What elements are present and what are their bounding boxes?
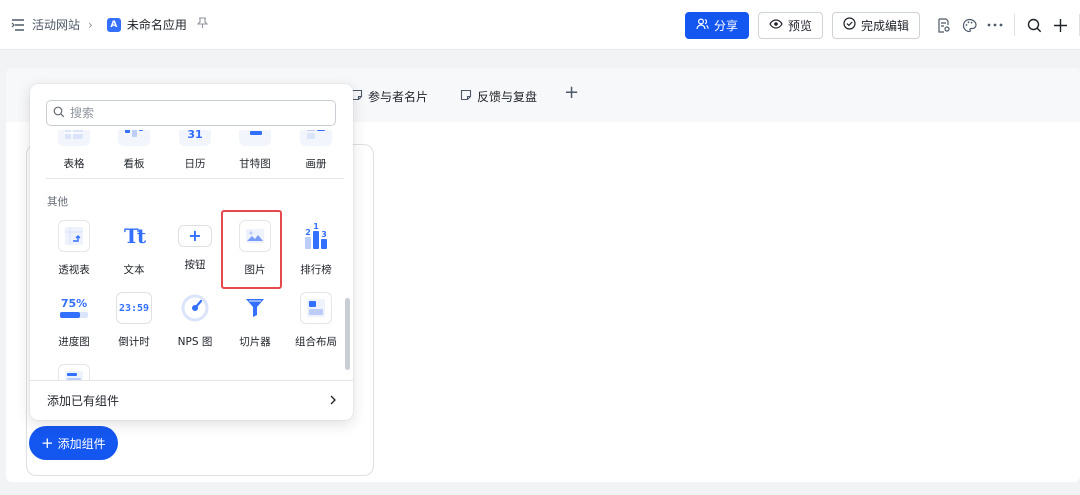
component-label: 倒计时 xyxy=(118,336,150,348)
check-circle-icon xyxy=(843,17,856,33)
breadcrumb-site[interactable]: 活动网站 xyxy=(32,16,80,33)
search-icon xyxy=(53,106,65,121)
pin-icon[interactable] xyxy=(196,17,209,32)
component-item-progress[interactable]: 75% 进度图 xyxy=(44,292,104,349)
button-plus-icon: + xyxy=(178,225,212,247)
preview-button[interactable]: 预览 xyxy=(757,11,823,39)
tab-feedback-review[interactable]: 反馈与复盘 xyxy=(460,88,537,105)
list-layout-icon xyxy=(58,364,90,380)
nps-gauge-icon xyxy=(179,292,211,324)
component-label: NPS 图 xyxy=(177,336,213,348)
countdown-icon: 23:59 xyxy=(116,292,152,324)
component-label: 看板 xyxy=(123,158,145,170)
share-users-icon xyxy=(696,17,709,33)
section-title-other: 其他 xyxy=(47,196,68,208)
breadcrumb: 活动网站 › A 未命名应用 xyxy=(0,16,209,33)
chevron-right-icon: › xyxy=(88,17,93,32)
outline-toggle-icon[interactable] xyxy=(10,17,26,33)
component-list: 表格 看板 31 日历 甘特图 画册 其他 透视表 Tt 文本 + 按钮 图片 … xyxy=(30,130,353,380)
add-icon[interactable] xyxy=(1047,12,1073,38)
component-item-combo-layout[interactable]: 组合布局 xyxy=(286,292,346,349)
page-icon xyxy=(460,89,472,104)
search-icon[interactable] xyxy=(1021,12,1047,38)
theme-palette-icon[interactable] xyxy=(956,12,982,38)
component-item-leaderboard[interactable]: 12 3 排行榜 xyxy=(286,220,346,277)
eye-icon xyxy=(769,18,783,32)
add-tab-icon[interactable]: + xyxy=(564,84,579,102)
svg-text:2: 2 xyxy=(305,228,311,237)
chevron-right-icon xyxy=(329,394,337,408)
add-existing-component-label: 添加已有组件 xyxy=(47,394,120,408)
svg-text:3: 3 xyxy=(321,230,327,239)
svg-text:1: 1 xyxy=(313,222,319,231)
popover-scrollbar[interactable] xyxy=(345,298,350,370)
document-settings-icon[interactable] xyxy=(930,12,956,38)
more-icon[interactable] xyxy=(982,12,1008,38)
section-divider xyxy=(46,178,344,179)
component-label: 透视表 xyxy=(58,264,90,276)
calendar-icon: 31 xyxy=(179,130,211,146)
component-label: 进度图 xyxy=(58,336,90,348)
component-label: 切片器 xyxy=(239,336,271,348)
component-label: 文本 xyxy=(123,264,145,276)
component-item-slicer[interactable]: 切片器 xyxy=(225,292,285,349)
share-button[interactable]: 分享 xyxy=(684,11,749,39)
component-item-button[interactable]: + 按钮 xyxy=(165,220,225,272)
top-bar: 活动网站 › A 未命名应用 分享 预览 完成编辑 xyxy=(0,0,1080,50)
component-item-table[interactable]: 表格 xyxy=(44,130,104,171)
plus-icon: + xyxy=(41,433,54,452)
combo-layout-icon xyxy=(300,292,332,324)
search-box[interactable] xyxy=(46,100,336,126)
tab-participant-cards[interactable]: 参与者名片 xyxy=(351,88,428,105)
finish-editing-button[interactable]: 完成编辑 xyxy=(831,11,920,39)
table-icon xyxy=(58,130,90,146)
component-label: 表格 xyxy=(63,158,85,170)
add-existing-component-row[interactable]: 添加已有组件 xyxy=(30,380,353,420)
component-item-gantt[interactable]: 甘特图 xyxy=(225,130,285,171)
component-label: 按钮 xyxy=(184,259,206,271)
toolbar-divider xyxy=(1014,14,1015,36)
image-highlight-box xyxy=(221,210,282,289)
app-name[interactable]: 未命名应用 xyxy=(127,16,187,33)
component-item-partial[interactable] xyxy=(44,364,104,380)
component-item-text[interactable]: Tt 文本 xyxy=(104,220,164,277)
component-label: 甘特图 xyxy=(239,158,271,170)
finish-editing-label: 完成编辑 xyxy=(860,18,909,33)
pivot-table-icon xyxy=(58,220,90,252)
app-badge-icon: A xyxy=(106,17,121,32)
add-component-button[interactable]: + 添加组件 xyxy=(29,426,118,460)
component-label: 组合布局 xyxy=(295,336,337,348)
component-picker-popover: 表格 看板 31 日历 甘特图 画册 其他 xyxy=(30,84,353,420)
component-item-nps[interactable]: NPS 图 xyxy=(165,292,225,349)
component-item-gallery[interactable]: 画册 xyxy=(286,130,346,171)
component-label: 画册 xyxy=(305,158,327,170)
component-label: 日历 xyxy=(184,158,206,170)
gantt-icon xyxy=(239,130,271,146)
text-icon: Tt xyxy=(118,220,150,252)
tab-label: 参与者名片 xyxy=(368,90,429,104)
search-input[interactable] xyxy=(70,106,310,120)
progress-icon: 75% xyxy=(58,292,90,324)
share-label: 分享 xyxy=(713,18,738,33)
slicer-filter-icon xyxy=(239,292,271,324)
kanban-icon xyxy=(118,130,150,146)
toolbar-actions: 分享 预览 完成编辑 xyxy=(684,0,1080,50)
preview-label: 预览 xyxy=(787,18,812,33)
component-label: 排行榜 xyxy=(300,264,332,276)
component-item-pivot-table[interactable]: 透视表 xyxy=(44,220,104,277)
tab-label: 反馈与复盘 xyxy=(477,90,538,104)
leaderboard-icon: 12 3 xyxy=(300,220,332,252)
add-component-label: 添加组件 xyxy=(57,436,106,451)
component-item-countdown[interactable]: 23:59 倒计时 xyxy=(104,292,164,349)
component-item-calendar[interactable]: 31 日历 xyxy=(165,130,225,171)
gallery-icon xyxy=(300,130,332,146)
component-item-kanban[interactable]: 看板 xyxy=(104,130,164,171)
